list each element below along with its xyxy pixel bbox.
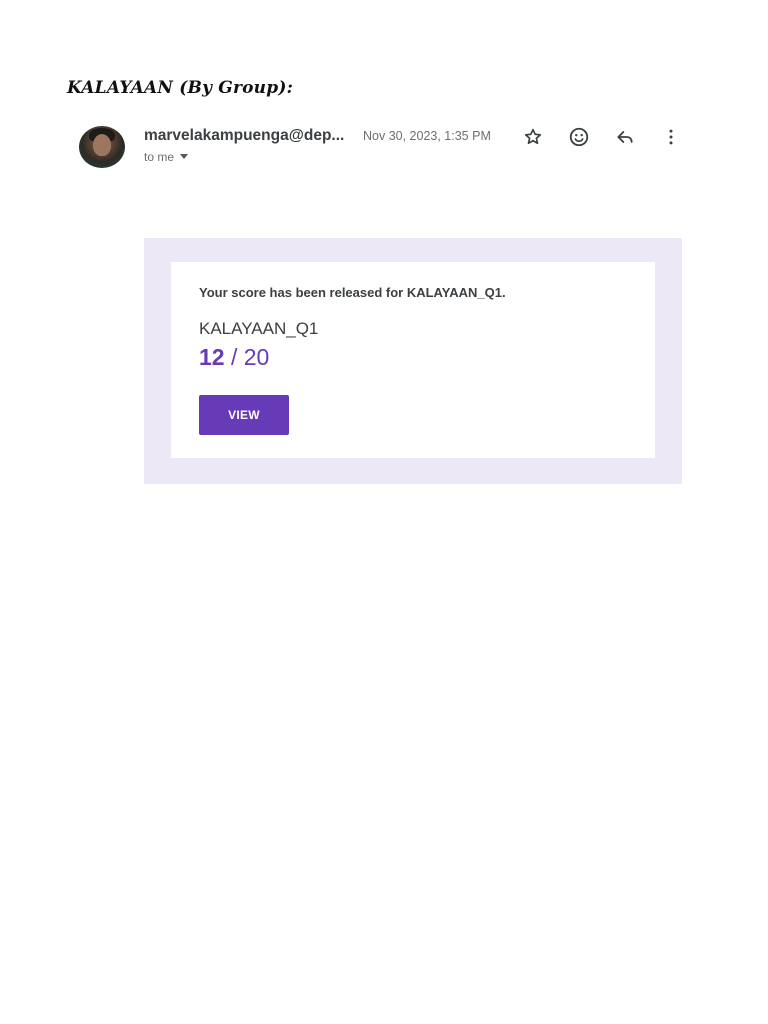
score-released-text: Your score has been released for KALAYAA… xyxy=(199,285,506,300)
avatar[interactable] xyxy=(79,126,125,168)
emoji-icon[interactable] xyxy=(567,125,591,149)
quiz-name: KALAYAAN_Q1 xyxy=(199,319,319,338)
star-icon[interactable] xyxy=(521,125,545,149)
document-heading: KALAYAAN (By Group): xyxy=(67,78,294,98)
sender-address[interactable]: marvelakampuenga@dep... xyxy=(144,127,344,145)
chevron-down-icon xyxy=(180,154,189,160)
score-separator: / xyxy=(224,344,244,370)
email-date: Nov 30, 2023, 1:35 PM xyxy=(363,129,491,143)
recipient-toggle[interactable]: to me xyxy=(144,150,189,164)
email-header: marvelakampuenga@dep... to me Nov 30, 20… xyxy=(79,124,689,174)
recipient-label: to me xyxy=(144,150,175,164)
reply-icon[interactable] xyxy=(613,125,637,149)
score-display: 12 / 20 xyxy=(199,344,269,371)
more-icon[interactable] xyxy=(659,125,683,149)
view-button[interactable]: VIEW xyxy=(199,395,289,435)
score-card-frame: Your score has been released for KALAYAA… xyxy=(144,238,682,484)
score-value: 12 xyxy=(199,344,225,370)
score-total: 20 xyxy=(243,344,270,370)
score-card: Your score has been released for KALAYAA… xyxy=(171,262,655,458)
